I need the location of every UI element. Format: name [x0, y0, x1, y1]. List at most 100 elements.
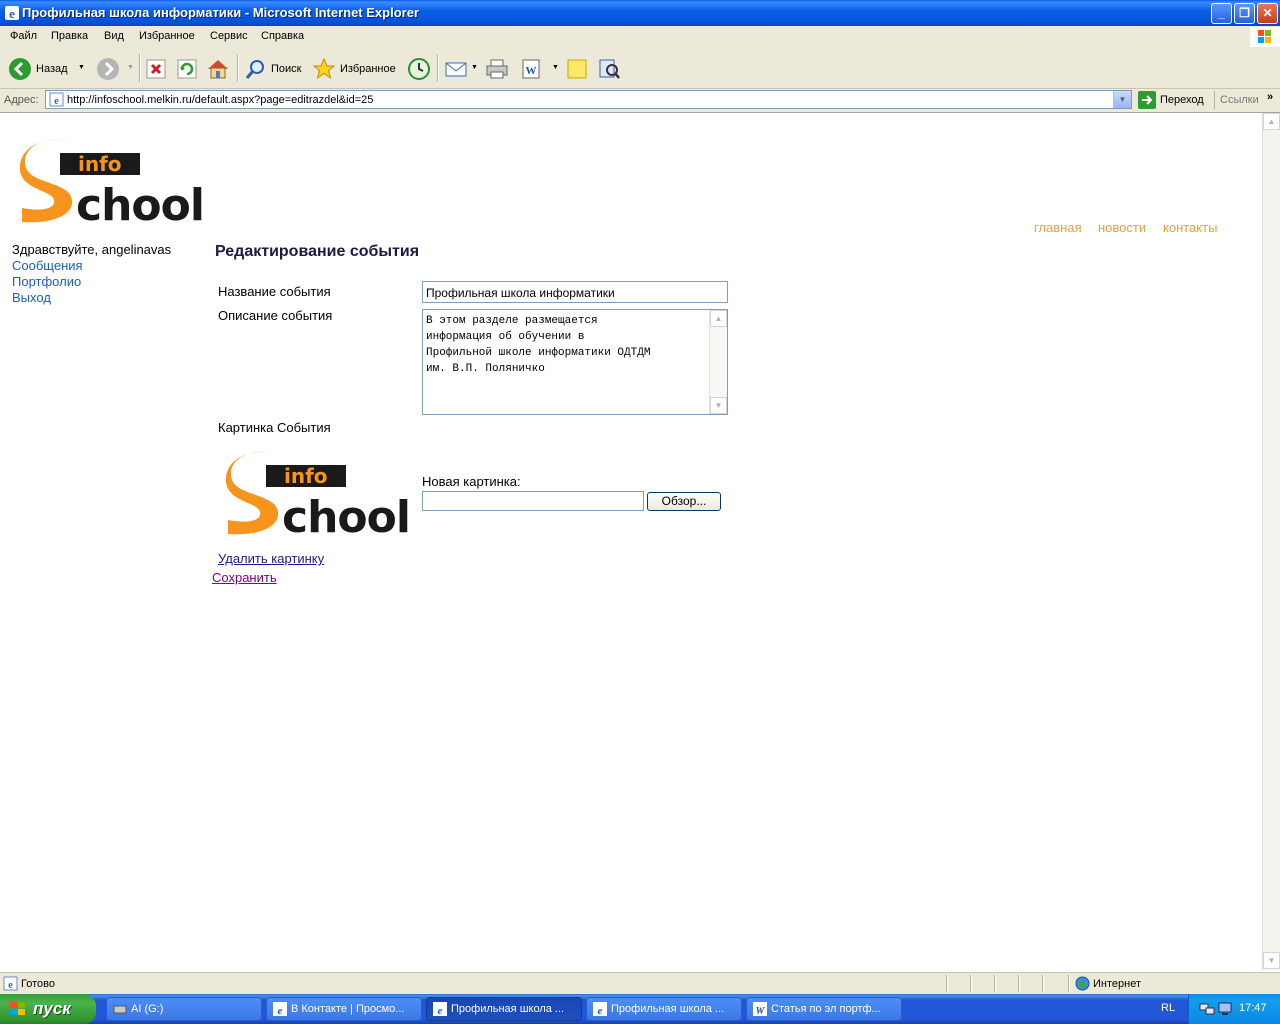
nav-home[interactable]: главная [1034, 220, 1082, 235]
taskbar-item-word-doc[interactable]: W Статья по эл портф... [746, 997, 902, 1021]
status-bar: e Готово Интернет [0, 972, 1280, 995]
edit-dropdown-icon[interactable]: ▼ [552, 64, 559, 71]
forward-arrow-icon[interactable] [96, 57, 120, 81]
search-icon[interactable] [244, 57, 268, 81]
svg-text:e: e [598, 1005, 603, 1016]
event-description-label: Описание события [218, 308, 333, 323]
svg-text:e: e [438, 1005, 443, 1016]
scroll-up-icon[interactable]: ▲ [710, 310, 727, 327]
save-link[interactable]: Сохранить [212, 570, 277, 585]
search-label[interactable]: Поиск [271, 63, 301, 75]
picture-text-info: info [284, 464, 328, 488]
delete-picture-link[interactable]: Удалить картинку [218, 551, 324, 566]
logo-text-info: info [78, 152, 122, 176]
menu-view[interactable]: Вид [104, 30, 124, 42]
links-label[interactable]: Ссылки [1220, 94, 1259, 106]
address-input[interactable]: e http://infoschool.melkin.ru/default.as… [45, 90, 1132, 109]
back-arrow-icon[interactable] [8, 57, 32, 81]
mail-dropdown-icon[interactable]: ▼ [471, 64, 478, 71]
go-arrow-icon[interactable] [1138, 91, 1156, 109]
close-button[interactable]: ✕ [1257, 3, 1278, 24]
menu-file[interactable]: Файл [10, 30, 37, 42]
taskbar-item-label: Профильная школа ... [451, 1003, 565, 1015]
maximize-button[interactable]: ❐ [1234, 3, 1255, 24]
security-zone-text: Интернет [1093, 978, 1141, 990]
language-indicator[interactable]: RL [1161, 1002, 1175, 1014]
network-icon[interactable] [1199, 1001, 1215, 1017]
refresh-icon[interactable] [177, 59, 197, 79]
go-button[interactable]: Переход [1160, 94, 1204, 106]
favorites-label[interactable]: Избранное [340, 63, 396, 75]
back-label[interactable]: Назад [36, 63, 68, 75]
back-dropdown-icon[interactable]: ▼ [78, 64, 85, 71]
sidebar-link-logout[interactable]: Выход [12, 290, 51, 305]
ie-icon: e [4, 5, 20, 21]
page-icon: e [49, 92, 64, 107]
status-divider [994, 975, 996, 992]
toolbar-separator [139, 54, 141, 82]
notes-icon[interactable] [566, 58, 588, 80]
event-picture-label: Картинка События [218, 420, 331, 435]
history-icon[interactable] [407, 57, 431, 81]
edit-word-icon[interactable]: W [520, 58, 542, 80]
ie-icon: e [273, 1002, 287, 1017]
taskbar: пуск AI (G:) e В Контакте | Просмо... e … [0, 994, 1280, 1024]
event-name-value: Профильная школа информатики [426, 286, 615, 300]
start-label: пуск [33, 999, 71, 1018]
scroll-down-icon[interactable]: ▼ [710, 397, 727, 414]
picture-text-chool: chool [282, 492, 410, 538]
minimize-button[interactable]: _ [1211, 3, 1232, 24]
windows-logo-icon [1250, 27, 1280, 47]
start-button[interactable]: пуск [0, 994, 96, 1024]
new-picture-label: Новая картинка: [422, 474, 521, 489]
svg-text:e: e [278, 1005, 283, 1016]
title-bar[interactable]: e Профильная школа информатики - Microso… [0, 0, 1280, 26]
menu-favorites[interactable]: Избранное [139, 30, 195, 42]
address-url: http://infoschool.melkin.ru/default.aspx… [67, 94, 374, 106]
taskbar-item-label: AI (G:) [131, 1003, 164, 1015]
event-description-textarea[interactable]: В этом разделе размещается информация об… [422, 309, 728, 415]
textarea-scrollbar[interactable]: ▲ ▼ [709, 310, 727, 414]
favorites-star-icon[interactable] [312, 57, 336, 81]
menu-tools[interactable]: Сервис [210, 30, 248, 42]
status-divider [970, 975, 972, 992]
event-name-input[interactable]: Профильная школа информатики [422, 281, 728, 303]
svg-text:e: e [54, 96, 59, 107]
menu-help[interactable]: Справка [261, 30, 304, 42]
sidebar-link-messages[interactable]: Сообщения [12, 258, 83, 273]
taskbar-item-label: Статья по эл портф... [771, 1003, 881, 1015]
tray-app-icon[interactable] [1217, 1001, 1233, 1017]
logo-text-chool: chool [76, 180, 204, 226]
event-picture: info chool [225, 450, 416, 543]
scroll-down-icon[interactable]: ▼ [1263, 952, 1280, 969]
site-logo[interactable]: info chool [19, 138, 210, 231]
page-scrollbar[interactable]: ▲ ▼ [1262, 113, 1280, 970]
greeting-text: Здравствуйте, angelinavas [12, 242, 172, 257]
address-separator [1214, 91, 1215, 109]
word-icon: W [753, 1002, 767, 1017]
taskbar-item-vkontakte[interactable]: e В Контакте | Просмо... [266, 997, 422, 1021]
taskbar-item-label: Профильная школа ... [611, 1003, 725, 1015]
mail-icon[interactable] [444, 57, 470, 81]
sidebar-link-portfolio[interactable]: Портфолио [12, 274, 81, 289]
svg-text:e: e [8, 980, 13, 991]
file-path-input[interactable] [422, 491, 644, 511]
print-icon[interactable] [484, 57, 510, 81]
nav-contacts[interactable]: контакты [1163, 220, 1217, 235]
menu-edit[interactable]: Правка [51, 30, 88, 42]
status-divider [1042, 975, 1044, 992]
browse-button[interactable]: Обзор... [647, 492, 721, 511]
scroll-up-icon[interactable]: ▲ [1263, 113, 1280, 130]
nav-news[interactable]: новости [1098, 220, 1146, 235]
address-dropdown-icon[interactable]: ▼ [1113, 91, 1131, 108]
home-icon[interactable] [206, 57, 230, 81]
taskbar-item-school[interactable]: e Профильная школа ... [586, 997, 742, 1021]
forward-dropdown-icon[interactable]: ▼ [127, 64, 134, 71]
address-bar: Адрес: e http://infoschool.melkin.ru/def… [0, 89, 1280, 113]
stop-icon[interactable] [146, 59, 166, 79]
chevron-right-icon[interactable]: » [1267, 91, 1273, 103]
research-icon[interactable] [597, 57, 621, 81]
taskbar-item-school-active[interactable]: e Профильная школа ... [426, 997, 582, 1021]
taskbar-item-drive[interactable]: AI (G:) [106, 997, 262, 1021]
toolbar-separator [437, 54, 439, 82]
